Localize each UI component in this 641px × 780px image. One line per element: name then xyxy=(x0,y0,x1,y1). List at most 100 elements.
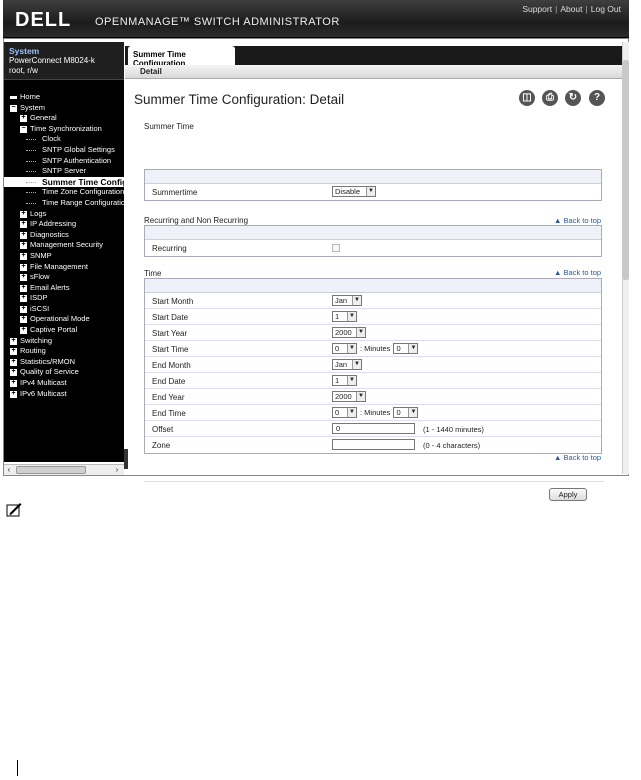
support-link[interactable]: Support xyxy=(522,4,552,14)
help-icon[interactable]: ? xyxy=(589,90,605,106)
end-date-select[interactable]: 1 ▼ xyxy=(332,375,357,386)
expand-icon[interactable]: + xyxy=(20,263,27,271)
summertime-select[interactable]: Disable ▼ xyxy=(332,186,376,197)
nav-item-statistics-rmon[interactable]: + Statistics/RMON xyxy=(4,357,124,368)
chevron-down-icon: ▼ xyxy=(347,344,356,353)
scroll-thumb[interactable] xyxy=(16,466,86,474)
start-month-select[interactable]: Jan ▼ xyxy=(332,295,362,306)
nav-item-ip-addressing[interactable]: + IP Addressing xyxy=(4,219,124,230)
nav-item-sntp-server[interactable]: SNTP Server xyxy=(4,166,124,177)
nav-item-ipv4-multicast[interactable]: + IPv4 Multicast xyxy=(4,378,124,389)
back-to-top-link[interactable]: ▲ Back to top xyxy=(554,268,601,277)
nav-item-general[interactable]: + General xyxy=(4,113,124,124)
expand-icon[interactable]: + xyxy=(20,220,27,229)
pane-splitter[interactable] xyxy=(124,449,128,469)
nav-item-time-zone-configuration[interactable]: Time Zone Configuration xyxy=(4,187,124,198)
system-label[interactable]: System xyxy=(9,46,119,56)
system-info: System PowerConnect M8024-k root, r/w xyxy=(4,42,124,80)
nav-item-time-range-configuration[interactable]: Time Range Configuration xyxy=(4,198,124,209)
nav-item-logs[interactable]: + Logs xyxy=(4,209,124,220)
back-to-top-link[interactable]: ▲ Back to top xyxy=(554,453,601,462)
subtab-detail[interactable]: Detail xyxy=(140,67,162,76)
nav-item-ipv6-multicast[interactable]: + IPv6 Multicast xyxy=(4,389,124,400)
nav-item-management-security[interactable]: + Management Security xyxy=(4,240,124,251)
recurring-row: Recurring xyxy=(145,240,601,256)
expand-icon[interactable]: + xyxy=(10,390,17,398)
nav-item-time-synchronization[interactable]: − Time Synchronization xyxy=(4,124,124,135)
scroll-left-icon[interactable]: ‹ xyxy=(4,465,14,475)
nav-item-summer-time-configuration[interactable]: Summer Time Configuration xyxy=(4,176,124,188)
expand-icon[interactable]: + xyxy=(20,210,27,218)
scroll-right-icon[interactable]: › xyxy=(112,465,122,475)
nav-item-label: Management Security xyxy=(30,240,103,250)
nav-item-diagnostics[interactable]: + Diagnostics xyxy=(4,230,124,241)
start-date-select[interactable]: 1 ▼ xyxy=(332,311,357,322)
expand-icon[interactable]: + xyxy=(20,284,27,292)
nav-horizontal-scrollbar[interactable]: ‹ › xyxy=(4,464,124,475)
start-hour-select[interactable]: 0 ▼ xyxy=(332,343,357,354)
expand-icon[interactable]: + xyxy=(20,231,27,239)
expand-icon[interactable]: + xyxy=(20,315,27,324)
end-hour-select[interactable]: 0 ▼ xyxy=(332,407,357,418)
scroll-thumb[interactable] xyxy=(623,60,629,280)
nav-item-sntp-global-settings[interactable]: SNTP Global Settings xyxy=(4,145,124,156)
tab-summer-time-configuration[interactable]: Summer Time Configuration xyxy=(128,46,235,68)
expand-icon[interactable]: + xyxy=(20,114,27,123)
nav-item-iscsi[interactable]: + iSCSI xyxy=(4,304,124,315)
expand-icon[interactable]: + xyxy=(10,347,17,356)
end-month-select[interactable]: Jan ▼ xyxy=(332,359,362,370)
end-minute-select[interactable]: 0 ▼ xyxy=(393,407,419,418)
back-to-top-link[interactable]: ▲ Back to top xyxy=(554,216,601,225)
expand-icon[interactable]: + xyxy=(20,273,27,282)
nav-item-system[interactable]: − System xyxy=(4,103,124,114)
end-year-select[interactable]: 2000 ▼ xyxy=(332,391,366,402)
expand-icon[interactable]: + xyxy=(20,326,27,335)
nav-item-label: ISDP xyxy=(30,293,48,303)
nav-item-captive-portal[interactable]: + Captive Portal xyxy=(4,325,124,336)
offset-input[interactable]: 0 xyxy=(332,423,415,434)
refresh-icon[interactable]: ↻ xyxy=(565,90,581,106)
expand-icon[interactable]: + xyxy=(10,368,17,377)
logout-link[interactable]: Log Out xyxy=(591,4,621,14)
app-title: OPENMANAGE™ SWITCH ADMINISTRATOR xyxy=(95,16,340,28)
save-icon[interactable]: ◫ xyxy=(519,90,535,106)
nav-item-isdp[interactable]: + ISDP xyxy=(4,293,124,304)
expand-icon[interactable]: + xyxy=(20,294,27,303)
nav-item-home[interactable]: Home xyxy=(4,92,124,103)
nav-item-sflow[interactable]: + sFlow xyxy=(4,272,124,283)
nav-item-label: General xyxy=(30,113,57,123)
expand-icon[interactable]: + xyxy=(10,337,17,345)
nav-item-sntp-authentication[interactable]: SNTP Authentication xyxy=(4,156,124,167)
start-month-row: Start Month Jan ▼ xyxy=(145,293,601,309)
print-icon[interactable]: ⎙ xyxy=(542,90,558,106)
about-link[interactable]: About xyxy=(560,4,582,14)
start-year-row: Start Year 2000 ▼ xyxy=(145,325,601,341)
nav-item-clock[interactable]: Clock xyxy=(4,134,124,145)
expand-icon[interactable]: + xyxy=(20,252,27,260)
minutes-label: : Minutes xyxy=(360,344,391,353)
expand-icon[interactable]: + xyxy=(20,305,27,313)
main-frame: System PowerConnect M8024-k root, r/w Ho… xyxy=(3,38,629,501)
nav-item-snmp[interactable]: + SNMP xyxy=(4,251,124,262)
expand-icon[interactable]: + xyxy=(10,379,17,388)
content-vertical-scrollbar[interactable] xyxy=(622,42,629,474)
nav-item-switching[interactable]: + Switching xyxy=(4,336,124,347)
recurring-checkbox[interactable] xyxy=(332,244,340,252)
expand-icon[interactable]: + xyxy=(20,241,27,250)
expand-icon[interactable]: + xyxy=(10,358,17,366)
tree-connector xyxy=(26,160,36,162)
content-area: Summer Time Configuration: Detail ◫ ⎙ ↻ … xyxy=(134,83,614,501)
nav-item-label: Summer Time Configuration xyxy=(42,176,124,187)
nav-item-operational-mode[interactable]: + Operational Mode xyxy=(4,314,124,325)
start-minute-select[interactable]: 0 ▼ xyxy=(393,343,419,354)
nav-item-email-alerts[interactable]: + Email Alerts xyxy=(4,283,124,294)
nav-item-label: Clock xyxy=(42,134,61,144)
start-year-select[interactable]: 2000 ▼ xyxy=(332,327,366,338)
collapse-icon[interactable]: − xyxy=(20,125,27,133)
nav-item-routing[interactable]: + Routing xyxy=(4,346,124,357)
nav-item-quality-of-service[interactable]: + Quality of Service xyxy=(4,367,124,378)
zone-input[interactable] xyxy=(332,439,415,450)
apply-button[interactable]: Apply xyxy=(549,488,587,501)
nav-item-file-management[interactable]: + File Management xyxy=(4,262,124,273)
collapse-icon[interactable]: − xyxy=(10,104,17,112)
